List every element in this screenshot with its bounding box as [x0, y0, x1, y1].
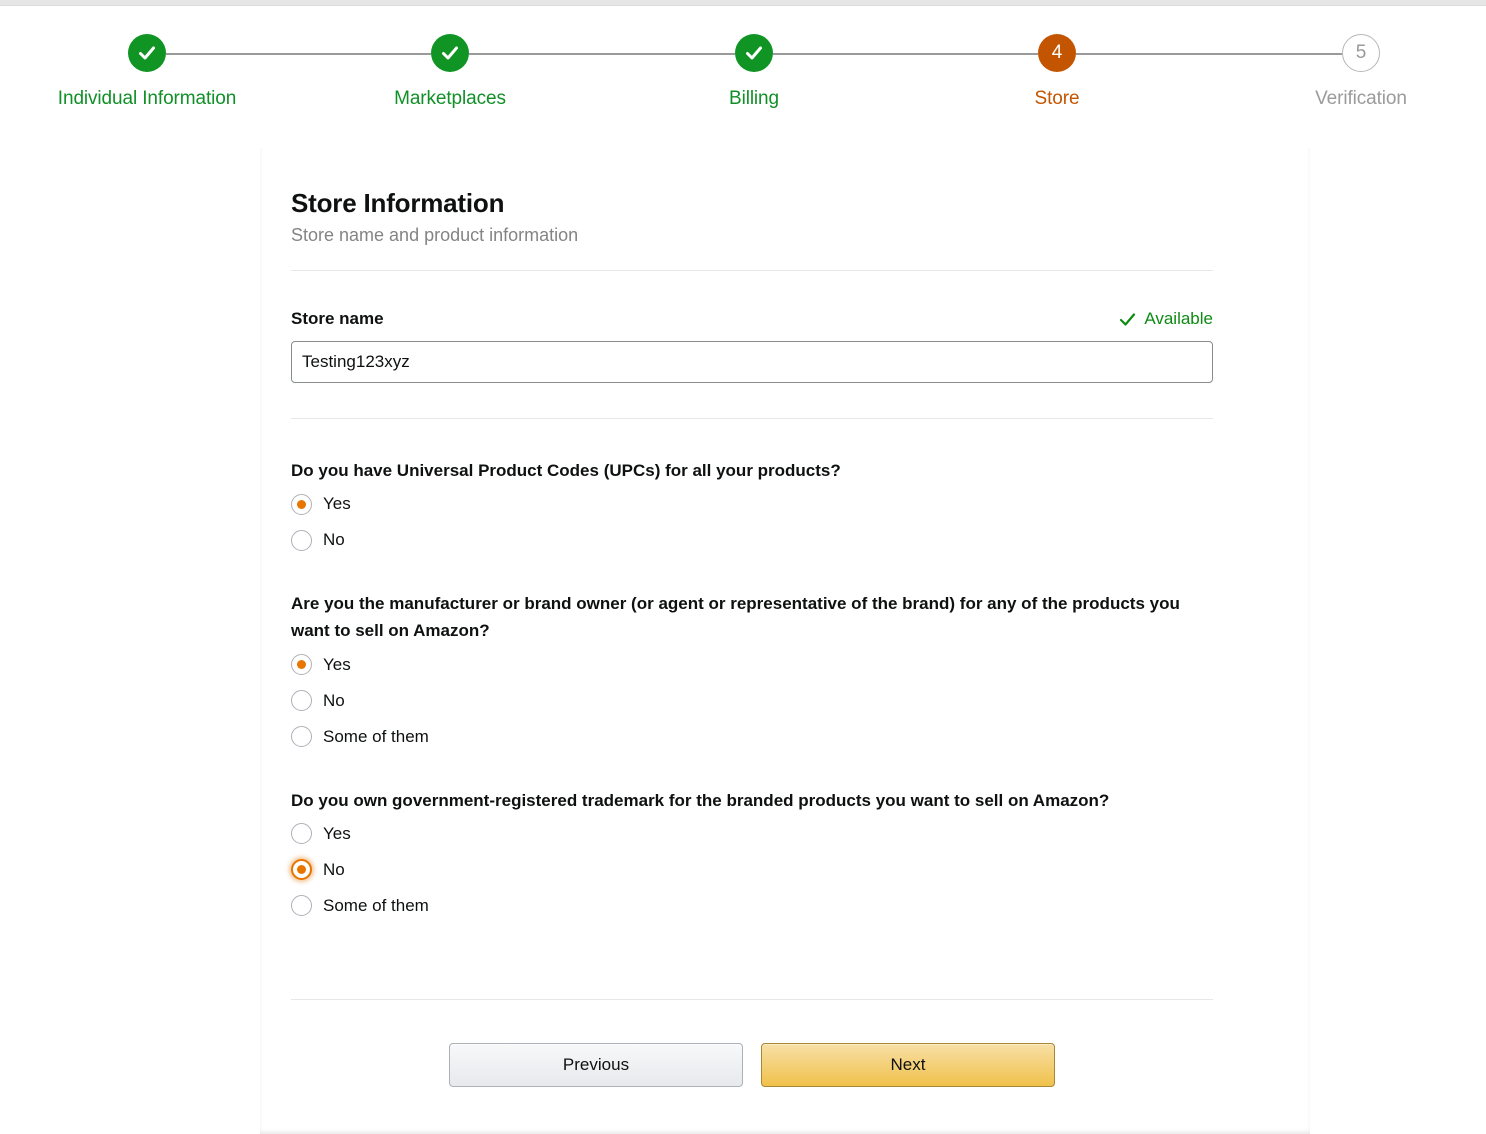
radio-button[interactable] [291, 654, 312, 675]
stepper-connector [166, 53, 431, 55]
radio-label: Some of them [323, 727, 429, 747]
stepper-connector [1076, 53, 1342, 55]
radio-button[interactable] [291, 823, 312, 844]
radio-label: No [323, 530, 345, 550]
radio-label: Some of them [323, 896, 429, 916]
stepper-step-label: Store [947, 88, 1167, 110]
question-text: Do you have Universal Product Codes (UPC… [291, 457, 1191, 484]
check-icon [743, 42, 765, 64]
divider-top [291, 270, 1213, 271]
radio-option-no[interactable]: No [291, 852, 1213, 888]
question-block: Do you have Universal Product Codes (UPC… [291, 457, 1213, 558]
page-title: Store Information [291, 188, 1213, 219]
top-band [0, 0, 1486, 6]
stepper-connector [469, 53, 735, 55]
store-name-header: Store name Available [291, 309, 1213, 329]
radio-label: Yes [323, 494, 351, 514]
availability-status: Available [1118, 309, 1213, 329]
divider-after-store-name [291, 418, 1213, 419]
button-bar: Previous Next [291, 1043, 1213, 1087]
radio-option-yes[interactable]: Yes [291, 816, 1213, 852]
radio-option-some-of-them[interactable]: Some of them [291, 888, 1213, 924]
radio-option-yes[interactable]: Yes [291, 486, 1213, 522]
radio-button[interactable] [291, 726, 312, 747]
radio-option-no[interactable]: No [291, 522, 1213, 558]
step-number: 4 [1052, 42, 1063, 64]
radio-label: No [323, 860, 345, 880]
check-icon [735, 34, 773, 72]
stepper-step-label: Individual Information [37, 88, 257, 110]
stepper-step-individual-information[interactable]: Individual Information [37, 34, 257, 110]
radio-button[interactable] [291, 690, 312, 711]
page-subtitle: Store name and product information [291, 225, 1213, 246]
question-block: Do you own government-registered tradema… [291, 787, 1213, 924]
content-panel: Store Information Store name and product… [260, 148, 1310, 1134]
stepper-step-label: Marketplaces [340, 88, 560, 110]
radio-label: Yes [323, 655, 351, 675]
check-icon [431, 34, 469, 72]
next-button[interactable]: Next [761, 1043, 1055, 1087]
stepper-connector [773, 53, 1038, 55]
stepper-step-billing[interactable]: Billing [644, 34, 864, 110]
questions-container: Do you have Universal Product Codes (UPC… [291, 457, 1213, 924]
check-icon [128, 34, 166, 72]
radio-option-yes[interactable]: Yes [291, 647, 1213, 683]
store-name-input[interactable] [291, 341, 1213, 383]
radio-option-no[interactable]: No [291, 683, 1213, 719]
check-icon [1118, 310, 1137, 329]
stepper-step-store[interactable]: 4 Store [947, 34, 1167, 110]
step-number-bubble: 4 [1038, 34, 1076, 72]
question-text: Do you own government-registered tradema… [291, 787, 1191, 814]
check-icon [439, 42, 461, 64]
question-block: Are you the manufacturer or brand owner … [291, 590, 1213, 754]
radio-label: No [323, 691, 345, 711]
store-name-label: Store name [291, 309, 384, 329]
radio-button[interactable] [291, 530, 312, 551]
radio-label: Yes [323, 824, 351, 844]
divider-bottom [291, 999, 1213, 1000]
radio-button[interactable] [291, 859, 312, 880]
check-icon [136, 42, 158, 64]
radio-button[interactable] [291, 895, 312, 916]
stepper-step-label: Billing [644, 88, 864, 110]
stepper-step-label: Verification [1251, 88, 1471, 110]
radio-button[interactable] [291, 494, 312, 515]
step-number: 5 [1356, 42, 1367, 64]
previous-button[interactable]: Previous [449, 1043, 743, 1087]
step-number-bubble: 5 [1342, 34, 1380, 72]
availability-label: Available [1144, 309, 1213, 329]
radio-option-some-of-them[interactable]: Some of them [291, 719, 1213, 755]
question-text: Are you the manufacturer or brand owner … [291, 590, 1191, 644]
progress-stepper: Individual Information Marketplaces Billin… [0, 34, 1486, 124]
stepper-step-marketplaces[interactable]: Marketplaces [340, 34, 560, 110]
stepper-step-verification[interactable]: 5 Verification [1251, 34, 1471, 110]
